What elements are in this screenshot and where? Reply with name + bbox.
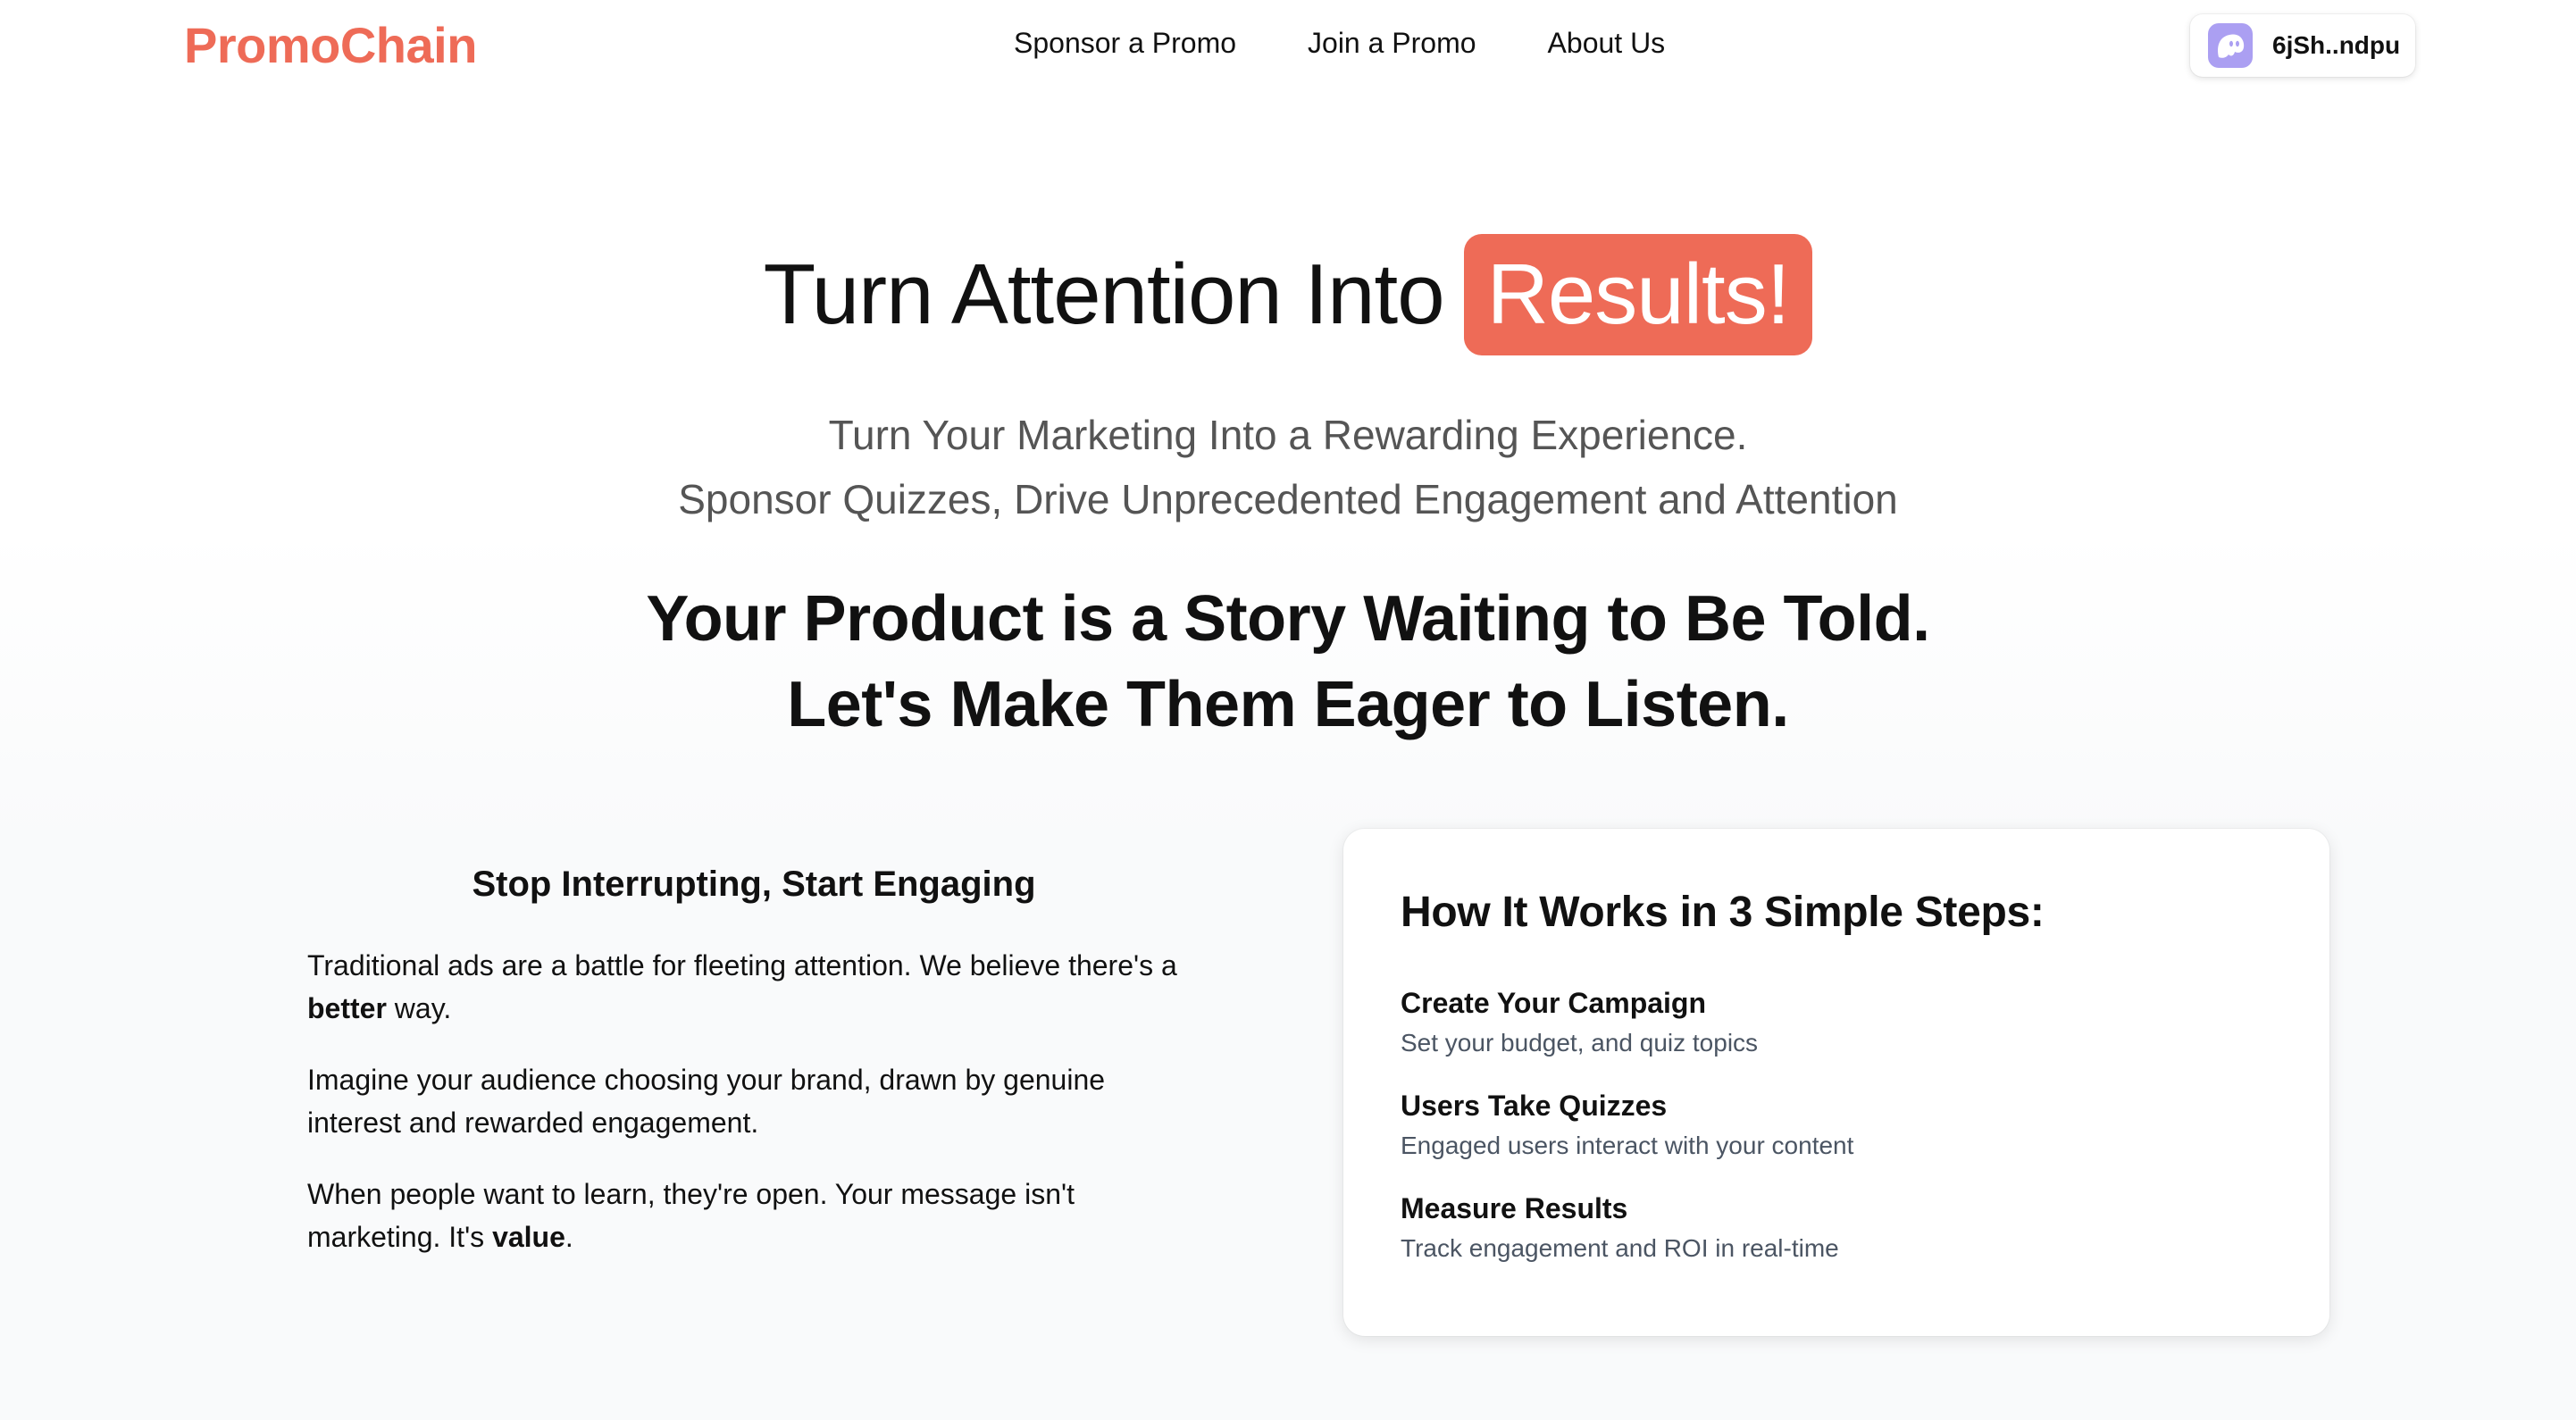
nav-link-join-promo[interactable]: Join a Promo [1308,27,1476,60]
engage-p1-end: way. [394,992,452,1024]
engage-p1-text: Traditional ads are a battle for fleetin… [307,949,1177,981]
brand-logo[interactable]: PromoChain [184,16,477,74]
hero-title: Turn Attention Into Results! [0,234,2576,355]
step-title: Measure Results [1401,1192,1628,1224]
nav-link-sponsor-promo[interactable]: Sponsor a Promo [1014,27,1236,60]
engage-paragraph-3: When people want to learn, they're open.… [307,1173,1200,1258]
step-item: Measure Results Track engagement and ROI… [1401,1192,2272,1263]
step-item: Create Your Campaign Set your budget, an… [1401,987,2272,1057]
step-description: Track engagement and ROI in real-time [1401,1234,1839,1262]
hero-subtitle-line2: Sponsor Quizzes, Drive Unprecedented Eng… [678,476,1898,522]
step-description: Set your budget, and quiz topics [1401,1029,1759,1057]
step-description: Engaged users interact with your content [1401,1132,1854,1159]
engage-p1-bold: better [307,992,387,1024]
engage-p3-end: . [565,1221,573,1253]
how-it-works-title: How It Works in 3 Simple Steps: [1401,889,2045,936]
tagline-line2: Let's Make Them Eager to Listen. [787,669,1789,740]
step-title: Create Your Campaign [1401,987,1707,1019]
wallet-address: 6jSh..ndpu [2272,31,2401,59]
ghost-wallet-icon [2208,23,2253,68]
main-nav: Sponsor a Promo Join a Promo About Us [1014,27,1665,60]
engage-paragraph-1: Traditional ads are a battle for fleetin… [307,944,1200,1030]
nav-link-about-us[interactable]: About Us [1548,27,1666,60]
step-title: Users Take Quizzes [1401,1090,1668,1122]
tagline-line1: Your Product is a Story Waiting to Be To… [646,583,1930,655]
hero-title-prefix: Turn Attention Into [763,246,1445,342]
hero-title-highlight: Results! [1463,234,1813,355]
top-navbar: PromoChain Sponsor a Promo Join a Promo … [0,0,2576,91]
engage-paragraph-2: Imagine your audience choosing your bran… [307,1064,1106,1139]
how-it-works-card: How It Works in 3 Simple Steps: Create Y… [1343,829,2329,1336]
hero-subtitle-line1: Turn Your Marketing Into a Rewarding Exp… [828,412,1748,458]
step-item: Users Take Quizzes Engaged users interac… [1401,1090,2272,1160]
engage-heading: Stop Interrupting, Start Engaging [472,865,1036,904]
engage-p3-text: When people want to learn, they're open.… [307,1178,1075,1253]
engage-p3-bold: value [492,1221,565,1253]
engage-section: Stop Interrupting, Start Engaging Tradit… [307,865,1200,1287]
wallet-button[interactable]: 6jSh..ndpu [2190,14,2415,77]
